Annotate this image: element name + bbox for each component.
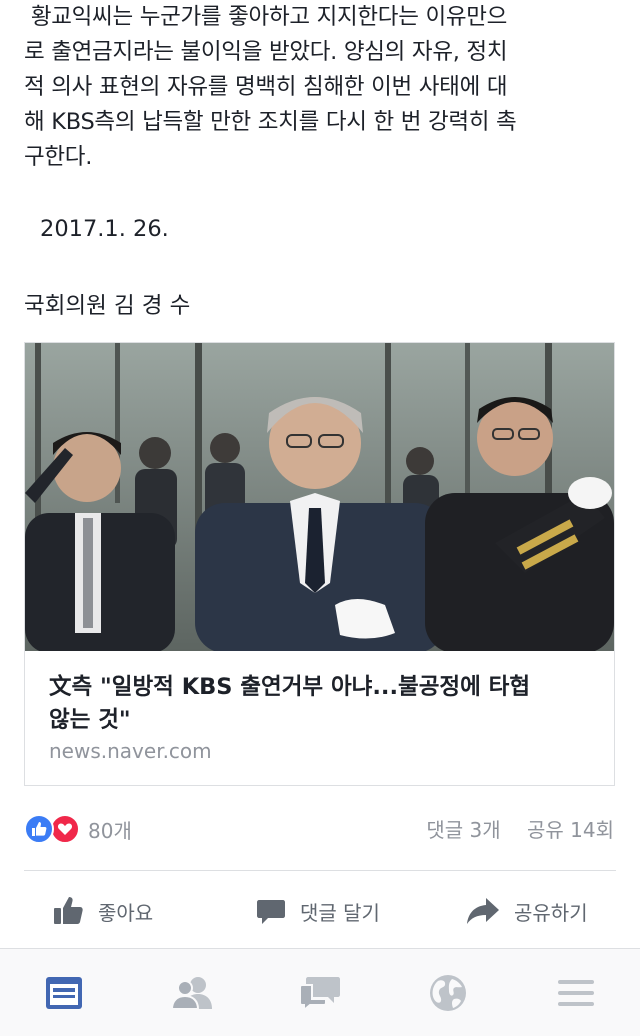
post-text: 황교익씨는 누군가를 좋아하고 지지한다는 이유만으 로 출연금지라는 불이익을…: [24, 0, 620, 175]
like-button[interactable]: 좋아요: [52, 878, 153, 944]
tab-friends[interactable]: [170, 971, 214, 1015]
love-reaction-icon: [50, 814, 80, 844]
engagement-counts: 댓글 3개 공유 14회: [426, 814, 614, 843]
reactions-summary[interactable]: 80개: [24, 812, 132, 846]
friends-icon: [170, 977, 212, 1010]
like-reaction-icon: [24, 814, 54, 844]
comment-icon: [257, 900, 285, 924]
thumbs-up-icon: [54, 897, 83, 924]
post-line: 적 의사 표현의 자유를 명백히 침해한 이번 사태에 대: [24, 74, 508, 100]
globe-icon: [430, 975, 466, 1011]
share-label: 공유하기: [514, 900, 588, 925]
tab-news-feed[interactable]: [42, 971, 86, 1015]
tab-messages[interactable]: [298, 971, 342, 1015]
news-feed-icon: [46, 977, 82, 1009]
comment-count[interactable]: 댓글 3개: [426, 818, 500, 842]
link-preview-image[interactable]: [25, 343, 614, 651]
link-title-line: 文측 "일방적 KBS 출연거부 아냐...불공정에 타협: [49, 674, 531, 700]
comment-label: 댓글 달기: [300, 900, 380, 925]
action-bar: 좋아요 댓글 달기 공유하기: [0, 878, 640, 944]
link-title-line: 않는 것": [49, 707, 131, 733]
news-photo: [25, 343, 614, 651]
tab-notifications[interactable]: [426, 971, 470, 1015]
post-signature: 국회의원 김 경 수: [24, 293, 191, 319]
comment-button[interactable]: 댓글 달기: [256, 878, 380, 944]
link-domain: news.naver.com: [49, 739, 212, 763]
post-date: 2017.1. 26.: [40, 216, 169, 242]
link-title[interactable]: 文측 "일방적 KBS 출연거부 아냐...불공정에 타협 않는 것": [49, 671, 599, 737]
like-label: 좋아요: [98, 900, 154, 925]
share-button[interactable]: 공유하기: [466, 878, 588, 944]
link-preview-card[interactable]: 文측 "일방적 KBS 출연거부 아냐...불공정에 타협 않는 것" news…: [24, 342, 615, 786]
reaction-count: 80개: [88, 818, 132, 843]
menu-icon: [558, 980, 594, 1006]
divider: [24, 870, 616, 871]
messages-icon: [299, 977, 340, 1011]
share-arrow-icon: [467, 898, 499, 924]
post-line: 로 출연금지라는 불이익을 받았다. 양심의 자유, 정치: [24, 39, 508, 65]
post-line: 황교익씨는 누군가를 좋아하고 지지한다는 이유만으: [24, 4, 508, 30]
post-line: 해 KBS측의 납득할 만한 조치를 다시 한 번 강력히 촉: [24, 109, 517, 135]
share-count[interactable]: 공유 14회: [527, 818, 614, 842]
post-line: 구한다.: [24, 144, 93, 170]
tab-menu[interactable]: [554, 971, 598, 1015]
bottom-tab-bar: [0, 948, 640, 1036]
